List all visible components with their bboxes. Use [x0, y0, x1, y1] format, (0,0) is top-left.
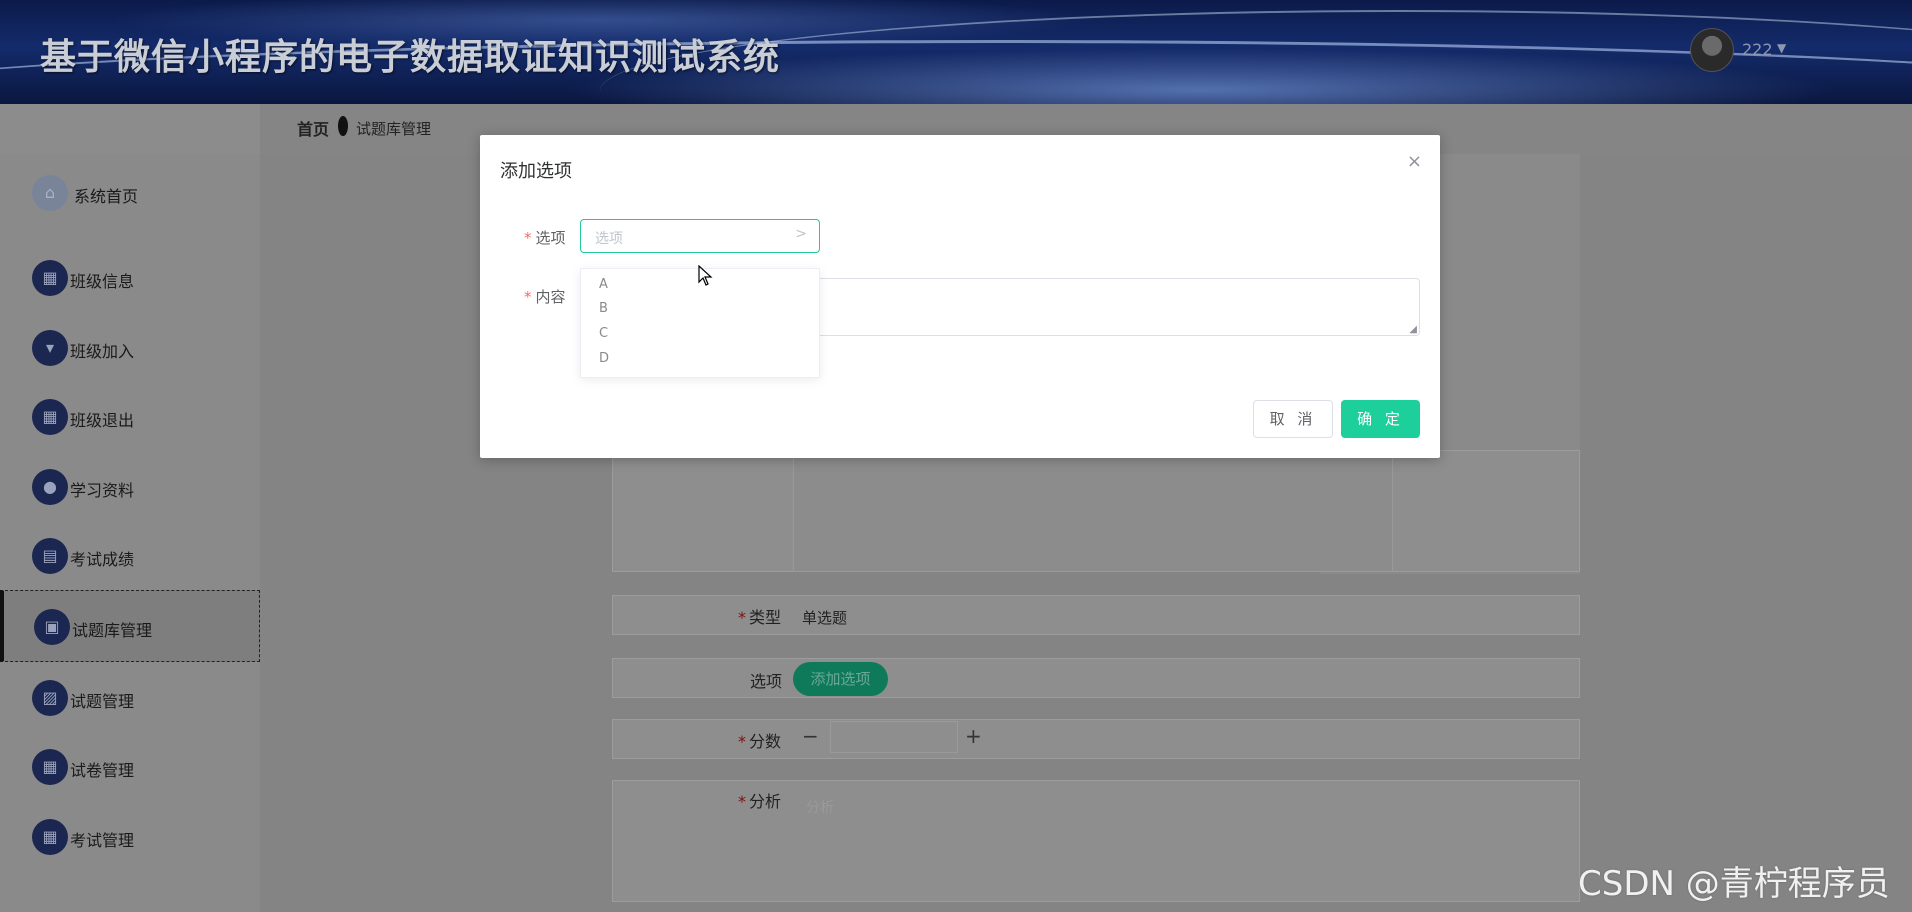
- user-icon: ●: [32, 469, 68, 505]
- sidebar-item-label: 班级加入: [70, 342, 135, 361]
- dropdown-option-a[interactable]: A: [599, 277, 608, 292]
- chevron-down-icon[interactable]: ▼: [1777, 41, 1786, 55]
- content-field-label: * 内容: [524, 288, 566, 306]
- plus-icon[interactable]: +: [965, 724, 982, 748]
- confirm-button[interactable]: 确 定: [1341, 400, 1420, 438]
- watermark: CSDN @青柠程序员: [1578, 864, 1890, 904]
- dialog-title: 添加选项: [500, 161, 572, 182]
- sidebar-item-exam-scores[interactable]: ▤ 考试成绩: [0, 526, 260, 586]
- breadcrumb-home[interactable]: 首页: [297, 116, 329, 140]
- score-label: * 分数: [738, 732, 782, 751]
- pin-icon: ▾: [32, 330, 68, 366]
- sidebar-item-class-join[interactable]: ▾ 班级加入: [0, 318, 260, 378]
- type-select[interactable]: 单选题: [802, 607, 847, 628]
- table-icon: ▤: [32, 538, 68, 574]
- chevron-right-icon: >: [795, 226, 807, 242]
- minus-icon[interactable]: −: [802, 724, 819, 748]
- content-textarea-background[interactable]: [793, 455, 1393, 572]
- sidebar-item-label: 试题管理: [70, 692, 135, 711]
- sidebar-item-question-manage[interactable]: ▨ 试题管理: [0, 668, 260, 728]
- sidebar-item-label: 考试管理: [70, 831, 135, 850]
- sidebar-item-label: 班级退出: [70, 411, 135, 430]
- type-label: * 类型: [738, 608, 782, 627]
- dropdown-option-d[interactable]: D: [599, 351, 609, 366]
- briefcase-icon: ▣: [34, 609, 70, 645]
- sidebar-item-home[interactable]: ⌂ 系统首页: [0, 163, 260, 223]
- top-header: 基于微信小程序的电子数据取证知识测试系统 222 ▼: [0, 0, 1912, 104]
- dropdown-option-b[interactable]: B: [599, 301, 608, 316]
- sidebar-item-class-info[interactable]: ▦ 班级信息: [0, 248, 260, 308]
- grid-icon: ▦: [32, 260, 68, 296]
- app-title: 基于微信小程序的电子数据取证知识测试系统: [40, 37, 781, 78]
- username[interactable]: 222: [1742, 40, 1773, 59]
- sidebar-item-label: 系统首页: [74, 187, 139, 206]
- sidebar-item-question-bank[interactable]: ▣ 试题库管理: [0, 590, 260, 662]
- sidebar-item-label: 班级信息: [70, 272, 135, 291]
- breadcrumb-separator-icon: [338, 116, 348, 136]
- add-option-dialog: 添加选项 × * 选项 选项 > * 内容 ◢ A B C D 取 消 确 定: [480, 135, 1440, 458]
- home-icon: ⌂: [32, 175, 68, 211]
- sidebar-item-exam-manage[interactable]: ▦ 考试管理: [0, 807, 260, 867]
- avatar[interactable]: [1690, 28, 1734, 72]
- option-select[interactable]: 选项 >: [580, 219, 820, 253]
- chart-icon: ▨: [32, 680, 68, 716]
- mouse-cursor-icon: [698, 265, 713, 286]
- grid-icon: ▦: [32, 819, 68, 855]
- sidebar-item-class-exit[interactable]: ▦ 班级退出: [0, 387, 260, 447]
- option-field-label: * 选项: [524, 229, 566, 247]
- grid-icon: ▦: [32, 399, 68, 435]
- breadcrumb-current: 试题库管理: [356, 120, 432, 138]
- sidebar-item-study-material[interactable]: ● 学习资料: [0, 457, 260, 517]
- score-stepper[interactable]: [830, 721, 958, 753]
- option-select-placeholder: 选项: [595, 231, 623, 247]
- resize-handle-icon[interactable]: ◢: [1409, 324, 1417, 335]
- sidebar-item-label: 试卷管理: [70, 761, 135, 780]
- options-label: 选项: [750, 672, 783, 691]
- grid-icon: ▦: [32, 749, 68, 785]
- sidebar-item-label: 学习资料: [70, 481, 135, 500]
- close-icon[interactable]: ×: [1407, 151, 1422, 172]
- sidebar-item-paper-manage[interactable]: ▦ 试卷管理: [0, 737, 260, 797]
- analysis-input[interactable]: 分析: [806, 797, 834, 817]
- sidebar-item-label: 考试成绩: [70, 550, 135, 569]
- analysis-label: * 分析: [738, 792, 782, 811]
- sidebar-item-label: 试题库管理: [72, 621, 153, 640]
- cancel-button[interactable]: 取 消: [1253, 400, 1333, 438]
- dropdown-option-c[interactable]: C: [599, 326, 608, 341]
- add-option-button[interactable]: 添加选项: [793, 662, 888, 696]
